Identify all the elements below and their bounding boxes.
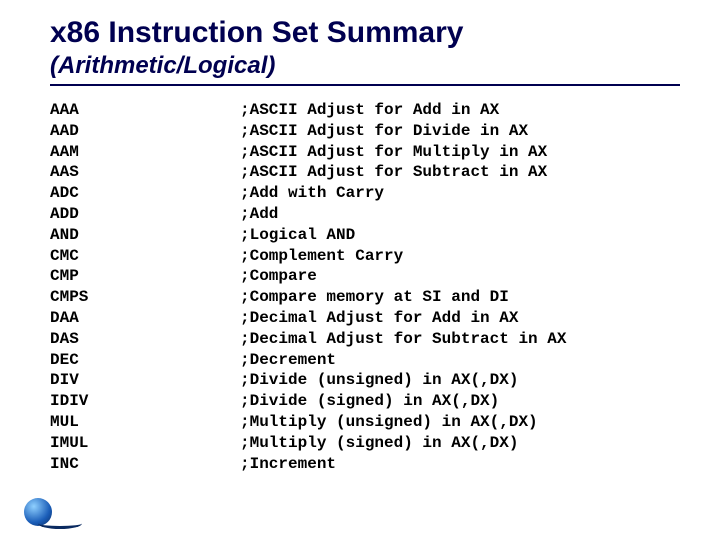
description-cell: ;Add with Carry [240, 183, 566, 204]
mnemonic-cell: ADC [50, 183, 240, 204]
mnemonic-cell: INC [50, 454, 240, 475]
mnemonic-cell: AAA [50, 100, 240, 121]
table-row: CMP;Compare [50, 266, 566, 287]
description-cell: ;ASCII Adjust for Multiply in AX [240, 142, 566, 163]
table-row: DAS;Decimal Adjust for Subtract in AX [50, 329, 566, 350]
description-cell: ;Decrement [240, 350, 566, 371]
slide-title: x86 Instruction Set Summary [50, 10, 680, 50]
description-cell: ;Divide (unsigned) in AX(,DX) [240, 370, 566, 391]
mnemonic-cell: DEC [50, 350, 240, 371]
mnemonic-cell: MUL [50, 412, 240, 433]
mnemonic-cell: AAS [50, 162, 240, 183]
table-row: AAS;ASCII Adjust for Subtract in AX [50, 162, 566, 183]
table-row: DAA;Decimal Adjust for Add in AX [50, 308, 566, 329]
table-row: IDIV;Divide (signed) in AX(,DX) [50, 391, 566, 412]
table-row: IMUL;Multiply (signed) in AX(,DX) [50, 433, 566, 454]
table-row: CMPS;Compare memory at SI and DI [50, 287, 566, 308]
table-row: AAD;ASCII Adjust for Divide in AX [50, 121, 566, 142]
mnemonic-cell: CMP [50, 266, 240, 287]
description-cell: ;Decimal Adjust for Subtract in AX [240, 329, 566, 350]
description-cell: ;Complement Carry [240, 246, 566, 267]
mnemonic-cell: IDIV [50, 391, 240, 412]
mnemonic-cell: AAM [50, 142, 240, 163]
table-row: AAA;ASCII Adjust for Add in AX [50, 100, 566, 121]
mnemonic-cell: ADD [50, 204, 240, 225]
description-cell: ;Increment [240, 454, 566, 475]
description-cell: ;ASCII Adjust for Subtract in AX [240, 162, 566, 183]
table-row: DEC;Decrement [50, 350, 566, 371]
mnemonic-cell: DAA [50, 308, 240, 329]
title-divider [50, 84, 680, 86]
mnemonic-cell: AAD [50, 121, 240, 142]
table-row: CMC;Complement Carry [50, 246, 566, 267]
footer-logo [24, 498, 84, 528]
table-row: DIV;Divide (unsigned) in AX(,DX) [50, 370, 566, 391]
mnemonic-cell: CMPS [50, 287, 240, 308]
table-row: INC;Increment [50, 454, 566, 475]
slide-subtitle: (Arithmetic/Logical) [50, 52, 680, 80]
description-cell: ;Divide (signed) in AX(,DX) [240, 391, 566, 412]
mnemonic-cell: IMUL [50, 433, 240, 454]
table-row: AAM;ASCII Adjust for Multiply in AX [50, 142, 566, 163]
description-cell: ;Multiply (unsigned) in AX(,DX) [240, 412, 566, 433]
swoosh-icon [38, 516, 82, 529]
description-cell: ;Logical AND [240, 225, 566, 246]
table-row: MUL;Multiply (unsigned) in AX(,DX) [50, 412, 566, 433]
mnemonic-cell: AND [50, 225, 240, 246]
mnemonic-cell: DAS [50, 329, 240, 350]
description-cell: ;ASCII Adjust for Add in AX [240, 100, 566, 121]
mnemonic-cell: DIV [50, 370, 240, 391]
description-cell: ;Multiply (signed) in AX(,DX) [240, 433, 566, 454]
instruction-table: AAA;ASCII Adjust for Add in AXAAD;ASCII … [50, 100, 566, 474]
description-cell: ;Add [240, 204, 566, 225]
description-cell: ;Compare memory at SI and DI [240, 287, 566, 308]
mnemonic-cell: CMC [50, 246, 240, 267]
table-row: ADD;Add [50, 204, 566, 225]
table-row: AND;Logical AND [50, 225, 566, 246]
description-cell: ;Decimal Adjust for Add in AX [240, 308, 566, 329]
slide: x86 Instruction Set Summary (Arithmetic/… [0, 0, 720, 540]
description-cell: ;Compare [240, 266, 566, 287]
table-row: ADC;Add with Carry [50, 183, 566, 204]
description-cell: ;ASCII Adjust for Divide in AX [240, 121, 566, 142]
